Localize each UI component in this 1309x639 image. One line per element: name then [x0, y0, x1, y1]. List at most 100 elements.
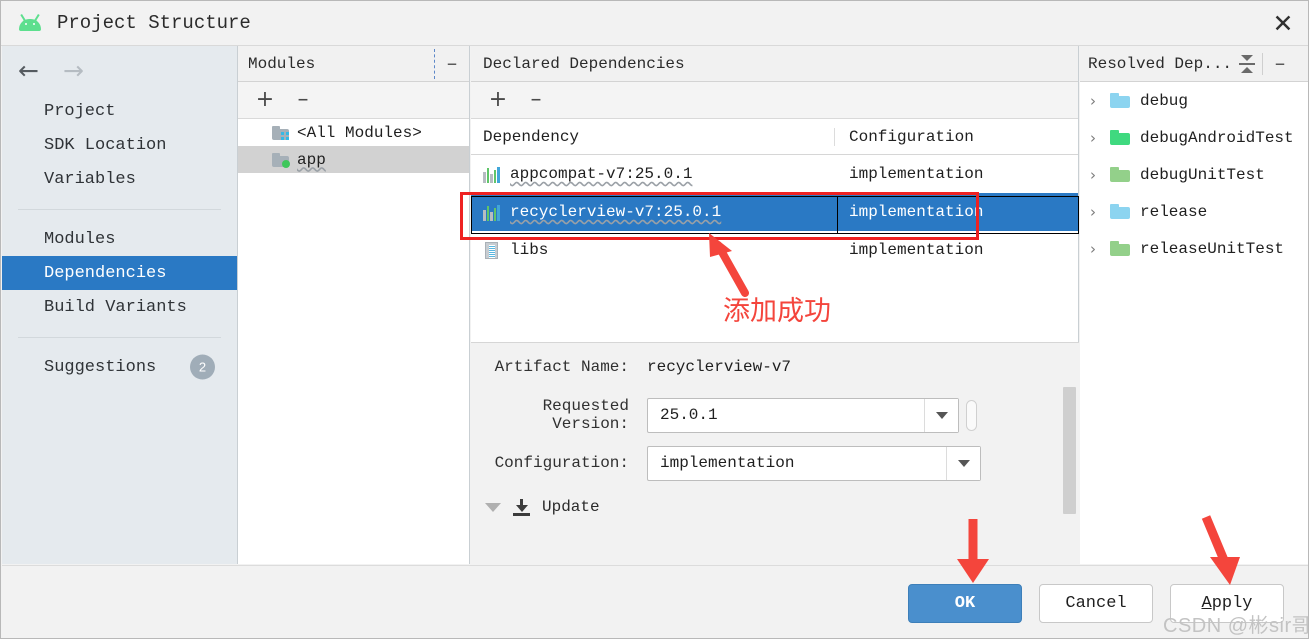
sidebar-item-label: Build Variants: [44, 297, 187, 317]
configuration-cell[interactable]: implementation: [835, 203, 1078, 221]
cancel-button[interactable]: Cancel: [1039, 584, 1153, 623]
library-icon: [483, 166, 500, 183]
dependency-name: libs: [510, 241, 549, 259]
detail-scrollbar-thumb[interactable]: [1063, 387, 1076, 514]
dependencies-toolbar: + –: [471, 82, 1078, 119]
dependencies-table-header: Dependency Configuration: [471, 119, 1078, 155]
jar-icon: [485, 241, 498, 259]
configuration-cell[interactable]: implementation: [835, 165, 1078, 183]
sidebar-item-suggestions[interactable]: Suggestions 2: [2, 350, 237, 384]
sidebar-item-label: Project: [44, 101, 116, 121]
sidebar-item-dependencies[interactable]: Dependencies: [2, 256, 237, 290]
requested-version-label: Requested Version:: [542, 397, 629, 433]
sidebar-divider: [18, 209, 221, 210]
dependency-cell: appcompat-v7:25.0.1: [471, 165, 835, 183]
configuration-value[interactable]: implementation: [648, 454, 946, 472]
sidebar-item-label: SDK Location: [44, 135, 167, 155]
tree-item-label: releaseUnitTest: [1140, 239, 1285, 258]
artifact-name-label: Artifact Name:: [494, 358, 629, 376]
module-row-label: <All Modules>: [297, 123, 422, 142]
modules-panel-title: Modules: [248, 54, 316, 73]
arrow-right-icon[interactable]: →: [63, 58, 84, 83]
watermark: CSDN @彬sir哥: [1163, 615, 1309, 637]
sidebar-divider: [18, 337, 221, 338]
tree-item-releaseunittest[interactable]: › releaseUnitTest: [1080, 230, 1308, 267]
chevron-right-icon[interactable]: ›: [1090, 166, 1110, 184]
update-row: Update: [471, 487, 1079, 527]
chevron-down-icon[interactable]: [946, 446, 980, 480]
dialog-footer: OK Cancel Apply: [2, 565, 1308, 638]
requested-version-row: Requested Version: 25.0.1: [471, 391, 1079, 439]
tree-item-label: debug: [1140, 91, 1189, 110]
remove-module-button[interactable]: –: [286, 85, 320, 115]
resolved-panel-title: Resolved Dep...: [1088, 54, 1233, 73]
sidebar-item-variables[interactable]: Variables: [2, 162, 237, 196]
sidebar-item-project[interactable]: Project: [2, 94, 237, 128]
chevron-right-icon[interactable]: ›: [1090, 129, 1110, 147]
sidebar-item-modules[interactable]: Modules: [2, 222, 237, 256]
folder-icon: [1110, 241, 1130, 256]
requested-version-value[interactable]: 25.0.1: [648, 406, 924, 424]
tree-item-debug[interactable]: › debug: [1080, 82, 1308, 119]
configuration-combo[interactable]: implementation: [647, 445, 981, 481]
chevron-right-icon[interactable]: ›: [1090, 240, 1110, 258]
resolved-dependencies-panel: Resolved Dep... – › debug › debugAndroid…: [1080, 46, 1308, 564]
tree-item-debugunittest[interactable]: › debugUnitTest: [1080, 156, 1308, 193]
folder-icon: [1110, 93, 1130, 108]
module-row-all-modules[interactable]: <All Modules>: [238, 119, 469, 146]
update-button[interactable]: Update: [542, 498, 600, 516]
sidebar-nav-arrows: ← →: [2, 46, 237, 94]
page-title: Project Structure: [57, 12, 251, 34]
add-dependency-button[interactable]: +: [481, 85, 515, 115]
chevron-right-icon[interactable]: ›: [1090, 92, 1110, 110]
dependency-cell: recyclerview-v7:25.0.1: [471, 203, 835, 221]
remove-dependency-button[interactable]: –: [519, 85, 553, 115]
chevron-down-icon[interactable]: [924, 398, 958, 432]
artifact-name-value: recyclerview-v7: [647, 358, 792, 376]
tree-item-debugandroidtest[interactable]: › debugAndroidTest: [1080, 119, 1308, 156]
resolved-panel-header: Resolved Dep... –: [1080, 46, 1308, 82]
folder-modules-icon: [272, 125, 289, 140]
sidebar-item-build-variants[interactable]: Build Variants: [2, 290, 237, 324]
configuration-label: Configuration:: [494, 454, 629, 472]
ok-button[interactable]: OK: [908, 584, 1022, 623]
title-bar: Project Structure ✕: [1, 1, 1308, 46]
dependency-cell: libs: [471, 241, 835, 259]
modules-toolbar: + –: [238, 82, 469, 119]
chevron-right-icon[interactable]: ›: [1090, 203, 1110, 221]
column-header-dependency[interactable]: Dependency: [471, 127, 835, 146]
minimize-modules-icon[interactable]: –: [435, 49, 469, 79]
close-icon[interactable]: ✕: [1256, 1, 1308, 45]
minimize-resolved-icon[interactable]: –: [1263, 49, 1297, 79]
tree-item-label: release: [1140, 202, 1208, 221]
folder-icon: [1110, 167, 1130, 182]
dependency-name: appcompat-v7:25.0.1: [510, 165, 693, 183]
tree-item-release[interactable]: › release: [1080, 193, 1308, 230]
sidebar-item-sdk-location[interactable]: SDK Location: [2, 128, 237, 162]
sidebar: ← → Project SDK Location Variables Modul…: [2, 46, 238, 564]
collapse-all-icon[interactable]: [1232, 51, 1262, 77]
folder-icon: [1110, 130, 1130, 145]
add-module-button[interactable]: +: [248, 85, 282, 115]
modules-panel: Modules – + – <All Modules> app: [238, 46, 470, 564]
table-row[interactable]: recyclerview-v7:25.0.1 implementation: [471, 193, 1078, 231]
requested-version-combo[interactable]: 25.0.1: [647, 397, 959, 433]
download-icon: [513, 498, 530, 516]
library-icon: [483, 204, 500, 221]
module-row-app[interactable]: app: [238, 146, 469, 173]
dependencies-panel-header: Declared Dependencies: [471, 46, 1078, 82]
artifact-name-row: Artifact Name: recyclerview-v7: [471, 343, 1079, 391]
table-row[interactable]: appcompat-v7:25.0.1 implementation: [471, 155, 1078, 193]
arrow-left-icon[interactable]: ←: [18, 58, 39, 83]
sidebar-item-label: Dependencies: [44, 263, 167, 283]
table-row[interactable]: libs implementation: [471, 231, 1078, 269]
dependency-name: recyclerview-v7:25.0.1: [510, 203, 722, 221]
modules-panel-header: Modules –: [238, 46, 469, 82]
configuration-cell[interactable]: implementation: [835, 241, 1078, 259]
dependency-detail-form: Artifact Name: recyclerview-v7 Requested…: [471, 342, 1079, 564]
configuration-row: Configuration: implementation: [471, 439, 1079, 487]
annotation-note: 添加成功: [723, 296, 831, 327]
column-header-configuration[interactable]: Configuration: [835, 128, 1078, 146]
expand-toggle-icon[interactable]: [485, 502, 501, 512]
version-mini-scrollbar[interactable]: [966, 399, 977, 431]
